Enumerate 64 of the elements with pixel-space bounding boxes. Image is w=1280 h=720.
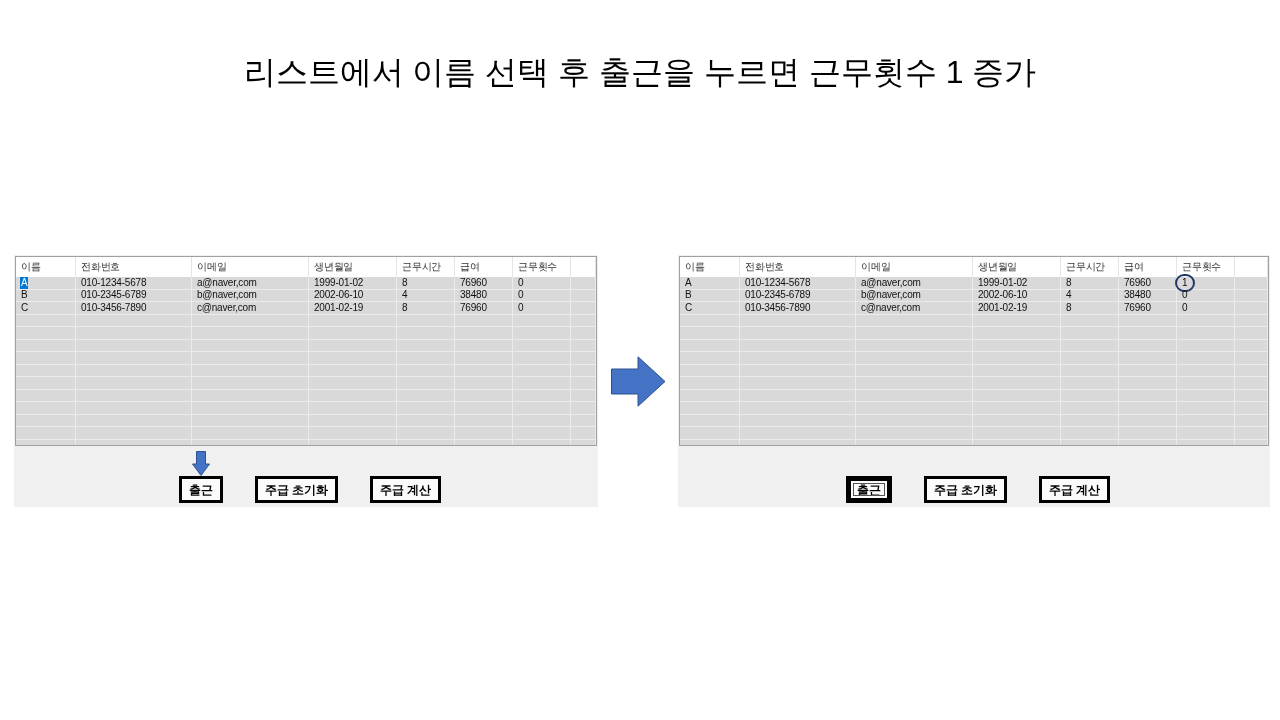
table-cell: 76960 [1123, 301, 1152, 314]
column-header[interactable]: 근무횟수 [518, 261, 558, 273]
table-cell: 76960 [1123, 276, 1152, 289]
table-cell: c@naver,com [196, 301, 258, 314]
action-button[interactable]: 주급 계산 [370, 476, 442, 503]
action-button[interactable]: 주급 초기화 [254, 476, 338, 503]
table-cell: a@naver,com [860, 276, 922, 289]
table-cell: 76960 [459, 276, 488, 289]
column-header[interactable]: 생년월일 [314, 261, 354, 273]
column-header[interactable]: 근무시간 [1066, 261, 1106, 273]
table-cell: a@naver,com [196, 276, 258, 289]
table-cell[interactable]: C [684, 301, 694, 314]
table-cell[interactable]: C [20, 301, 30, 314]
table-cell: 2001-02-19 [977, 301, 1029, 314]
table-cell: 0 [517, 276, 525, 289]
table-cell: 8 [401, 276, 409, 289]
table-cell[interactable]: B [20, 289, 29, 302]
table-cell[interactable]: A [684, 276, 693, 289]
action-button[interactable]: 주급 계산 [1039, 476, 1111, 503]
table-cell: 0 [517, 289, 525, 302]
table-cell: 0 [1181, 289, 1189, 302]
table-cell: c@naver,com [860, 301, 922, 314]
column-header[interactable]: 이메일 [861, 261, 891, 273]
table-cell: 0 [517, 301, 525, 314]
table-cell: 1999-01-02 [977, 276, 1029, 289]
table-cell[interactable]: A [20, 276, 29, 289]
table-cell: 010-2345-6789 [744, 289, 812, 302]
table-cell: 4 [401, 289, 409, 302]
column-header[interactable]: 근무횟수 [1182, 261, 1222, 273]
column-header[interactable]: 이메일 [197, 261, 227, 273]
table-cell: 2001-02-19 [313, 301, 365, 314]
table-cell: 010-1234-5678 [80, 276, 148, 289]
table-cell: 2002-06-10 [977, 289, 1029, 302]
table-cell: 010-2345-6789 [80, 289, 148, 302]
table-cell: b@naver,com [860, 289, 922, 302]
column-header[interactable]: 이름 [21, 261, 41, 273]
table-cell: 38480 [459, 289, 488, 302]
column-header[interactable]: 급여 [460, 261, 480, 273]
table-cell: 8 [1065, 301, 1073, 314]
action-button[interactable]: 주급 초기화 [923, 476, 1007, 503]
column-header[interactable]: 근무시간 [402, 261, 442, 273]
table-cell: 1 [1181, 276, 1189, 289]
column-header[interactable]: 전화번호 [81, 261, 121, 273]
table-cell: 8 [401, 301, 409, 314]
action-button[interactable]: 출근 [178, 476, 223, 503]
down-arrow-icon [191, 451, 210, 476]
table-cell: 010-3456-7890 [744, 301, 812, 314]
table-cell: 0 [1181, 301, 1189, 314]
table-cell: 76960 [459, 301, 488, 314]
table-cell[interactable]: B [684, 289, 693, 302]
column-header[interactable]: 이름 [685, 261, 705, 273]
column-header[interactable]: 생년월일 [978, 261, 1018, 273]
right-arrow-icon [610, 356, 666, 407]
table-cell: 010-3456-7890 [80, 301, 148, 314]
column-header[interactable]: 전화번호 [745, 261, 785, 273]
table-cell: 8 [1065, 276, 1073, 289]
table-cell: b@naver,com [196, 289, 258, 302]
table-cell: 1999-01-02 [313, 276, 365, 289]
column-header[interactable]: 급여 [1124, 261, 1144, 273]
table-cell: 4 [1065, 289, 1073, 302]
slide-title: 리스트에서 이름 선택 후 출근을 누르면 근무횟수 1 증가 [242, 53, 1038, 92]
table-cell: 010-1234-5678 [744, 276, 812, 289]
table-cell: 2002-06-10 [313, 289, 365, 302]
table-cell: 38480 [1123, 289, 1152, 302]
